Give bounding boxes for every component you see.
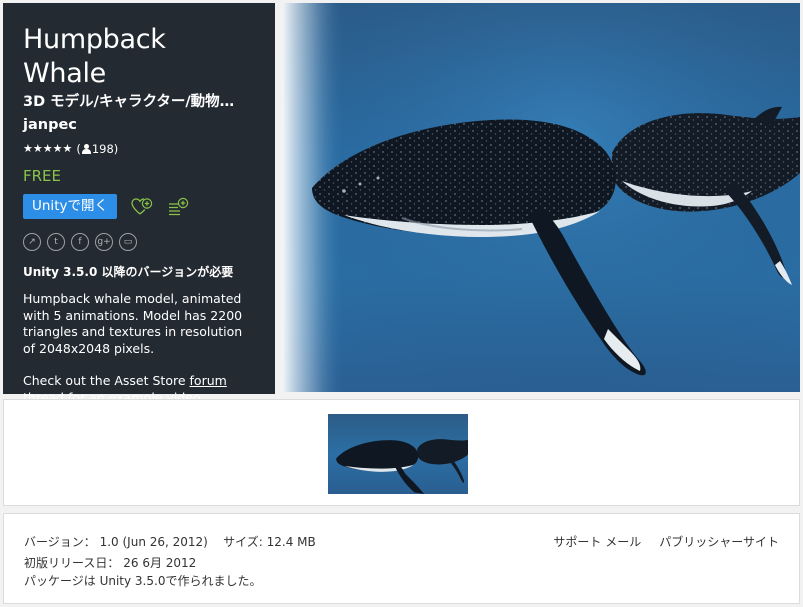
support-email-link[interactable]: サポート メール: [553, 534, 641, 550]
open-in-unity-button[interactable]: Unityで開く: [23, 194, 117, 219]
forum-thread-link[interactable]: forum: [190, 373, 227, 388]
thumbnail-strip: [3, 399, 800, 506]
release-value: 26 6月 2012: [123, 556, 197, 570]
rating[interactable]: ★★★★★ ( 198): [23, 141, 255, 157]
asset-info-panel: Humpback Whale 3D モデル/キャラクター/動物… janpec …: [3, 3, 275, 405]
link-icon[interactable]: ↗: [23, 233, 41, 251]
main-preview-image[interactable]: [282, 3, 800, 392]
support-links: サポート メール パブリッシャーサイト: [553, 534, 779, 550]
version-value: 1.0 (Jun 26, 2012): [99, 535, 208, 549]
package-details: バージョン： 1.0 (Jun 26, 2012) サイズ: 12.4 MB 初…: [3, 513, 800, 604]
description-paragraph-1: Humpback whale model, animated with 5 an…: [23, 291, 243, 356]
share-row: ↗ t f g+ ▭: [23, 233, 255, 251]
publisher-link[interactable]: janpec: [23, 114, 255, 136]
rating-stars: ★★★★★: [23, 142, 73, 155]
publisher-site-link[interactable]: パブリッシャーサイト: [659, 534, 779, 550]
preview-thumbnail[interactable]: [328, 414, 468, 494]
version-label: バージョン：: [24, 535, 96, 549]
comment-icon[interactable]: ▭: [119, 233, 137, 251]
version-size-line: バージョン： 1.0 (Jun 26, 2012) サイズ: 12.4 MB: [24, 534, 316, 550]
asset-title: Humpback Whale: [23, 24, 166, 89]
description-text: Check out the Asset Store: [23, 373, 190, 388]
version-requirement: Unity 3.5.0 以降のバージョンが必要: [23, 265, 234, 279]
list-plus-icon[interactable]: [167, 197, 189, 217]
user-icon: [81, 144, 91, 154]
rating-open-paren: (: [76, 142, 81, 156]
humpback-whales-image: [282, 3, 800, 392]
release-date-line: 初版リリース日： 26 6月 2012: [24, 555, 196, 571]
size-label: サイズ:: [223, 535, 263, 549]
package-note: パッケージは Unity 3.5.0で作られました。: [24, 574, 262, 588]
asset-category-link[interactable]: 3D モデル/キャラクター/動物…: [23, 92, 255, 112]
release-label: 初版リリース日：: [24, 556, 120, 570]
asset-description: Humpback whale model, animated with 5 an…: [23, 291, 255, 406]
thumbnail-whales-image: [336, 439, 468, 494]
rating-count: ( 198): [76, 141, 118, 157]
heart-plus-icon[interactable]: [131, 197, 153, 217]
twitter-icon[interactable]: t: [47, 233, 65, 251]
action-row: Unityで開く: [23, 194, 255, 219]
google-plus-icon[interactable]: g+: [95, 233, 113, 251]
rating-count-value: 198): [91, 142, 119, 156]
size-value: 12.4 MB: [266, 535, 316, 549]
price-label: FREE: [23, 167, 62, 185]
facebook-icon[interactable]: f: [71, 233, 89, 251]
